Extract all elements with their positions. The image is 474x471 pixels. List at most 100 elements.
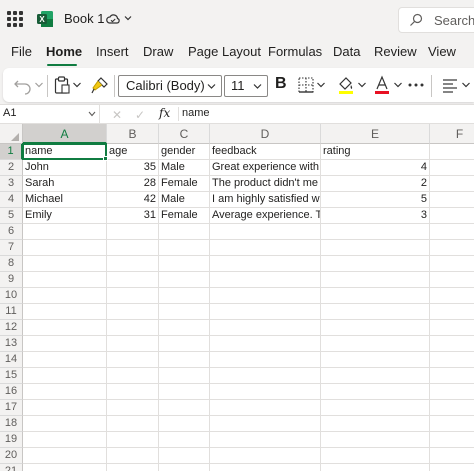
search-input[interactable]: Search ( xyxy=(398,7,474,33)
cell-a8[interactable] xyxy=(23,256,107,272)
cell-b4[interactable]: 42 xyxy=(107,192,159,208)
chevron-down-icon[interactable] xyxy=(316,75,326,95)
column-header-b[interactable]: B xyxy=(107,124,159,144)
chevron-down-icon[interactable] xyxy=(34,75,44,95)
cell-c12[interactable] xyxy=(159,320,210,336)
cell-f19[interactable] xyxy=(430,432,474,448)
cell-e18[interactable] xyxy=(321,416,430,432)
row-header-20[interactable]: 20 xyxy=(0,448,23,464)
row-header-7[interactable]: 7 xyxy=(0,240,23,256)
format-painter-icon[interactable] xyxy=(90,75,110,95)
cell-f1[interactable] xyxy=(430,144,474,160)
cell-b11[interactable] xyxy=(107,304,159,320)
cell-d2[interactable]: Great experience with xyxy=(210,160,321,176)
cell-b13[interactable] xyxy=(107,336,159,352)
cell-a15[interactable] xyxy=(23,368,107,384)
tab-data[interactable]: Data xyxy=(333,44,360,59)
cell-e1[interactable]: rating xyxy=(321,144,430,160)
cell-c13[interactable] xyxy=(159,336,210,352)
cell-f13[interactable] xyxy=(430,336,474,352)
workbook-title[interactable]: Book 1 xyxy=(64,11,104,26)
cell-a18[interactable] xyxy=(23,416,107,432)
cell-f11[interactable] xyxy=(430,304,474,320)
tab-file[interactable]: File xyxy=(11,44,32,59)
cell-f21[interactable] xyxy=(430,464,474,471)
row-header-21[interactable]: 21 xyxy=(0,464,23,471)
cell-c3[interactable]: Female xyxy=(159,176,210,192)
align-icon[interactable] xyxy=(441,75,459,95)
cell-c4[interactable]: Male xyxy=(159,192,210,208)
cell-b1[interactable]: age xyxy=(107,144,159,160)
tab-draw[interactable]: Draw xyxy=(143,44,173,59)
cell-a21[interactable] xyxy=(23,464,107,471)
clipboard-icon[interactable] xyxy=(53,75,71,95)
cell-b6[interactable] xyxy=(107,224,159,240)
row-header-11[interactable]: 11 xyxy=(0,304,23,320)
cell-e16[interactable] xyxy=(321,384,430,400)
cell-c14[interactable] xyxy=(159,352,210,368)
cell-a20[interactable] xyxy=(23,448,107,464)
cell-b14[interactable] xyxy=(107,352,159,368)
cell-c15[interactable] xyxy=(159,368,210,384)
cell-c2[interactable]: Male xyxy=(159,160,210,176)
cell-b10[interactable] xyxy=(107,288,159,304)
enter-formula-button[interactable]: ✓ xyxy=(135,108,145,122)
cell-a1[interactable]: name xyxy=(23,144,107,160)
cell-e2[interactable]: 4 xyxy=(321,160,430,176)
cell-a17[interactable] xyxy=(23,400,107,416)
cell-b18[interactable] xyxy=(107,416,159,432)
cell-d21[interactable] xyxy=(210,464,321,471)
row-header-19[interactable]: 19 xyxy=(0,432,23,448)
cell-f10[interactable] xyxy=(430,288,474,304)
cell-f15[interactable] xyxy=(430,368,474,384)
cell-e21[interactable] xyxy=(321,464,430,471)
chevron-down-icon[interactable] xyxy=(72,75,82,95)
cell-f4[interactable] xyxy=(430,192,474,208)
cell-c8[interactable] xyxy=(159,256,210,272)
autosave-cloud-icon[interactable] xyxy=(106,12,120,26)
cell-a16[interactable] xyxy=(23,384,107,400)
cell-b3[interactable]: 28 xyxy=(107,176,159,192)
row-header-4[interactable]: 4 xyxy=(0,192,23,208)
cell-e5[interactable]: 3 xyxy=(321,208,430,224)
cell-f2[interactable] xyxy=(430,160,474,176)
cell-c21[interactable] xyxy=(159,464,210,471)
cell-b7[interactable] xyxy=(107,240,159,256)
cell-d11[interactable] xyxy=(210,304,321,320)
cell-a19[interactable] xyxy=(23,432,107,448)
cell-a2[interactable]: John xyxy=(23,160,107,176)
cell-f17[interactable] xyxy=(430,400,474,416)
column-header-d[interactable]: D xyxy=(210,124,321,144)
cell-b2[interactable]: 35 xyxy=(107,160,159,176)
font-name-select[interactable]: Calibri (Body) xyxy=(118,75,222,97)
cell-b8[interactable] xyxy=(107,256,159,272)
column-header-f[interactable]: F xyxy=(430,124,474,144)
cell-c16[interactable] xyxy=(159,384,210,400)
column-header-c[interactable]: C xyxy=(159,124,210,144)
tab-home[interactable]: Home xyxy=(46,44,82,59)
cell-c17[interactable] xyxy=(159,400,210,416)
cell-c18[interactable] xyxy=(159,416,210,432)
row-header-1[interactable]: 1 xyxy=(0,144,23,160)
cell-e13[interactable] xyxy=(321,336,430,352)
row-header-15[interactable]: 15 xyxy=(0,368,23,384)
cell-a5[interactable]: Emily xyxy=(23,208,107,224)
cell-d13[interactable] xyxy=(210,336,321,352)
row-header-16[interactable]: 16 xyxy=(0,384,23,400)
cell-f6[interactable] xyxy=(430,224,474,240)
cell-b19[interactable] xyxy=(107,432,159,448)
row-header-3[interactable]: 3 xyxy=(0,176,23,192)
cell-a12[interactable] xyxy=(23,320,107,336)
undo-icon[interactable] xyxy=(13,75,33,95)
row-header-6[interactable]: 6 xyxy=(0,224,23,240)
cell-b20[interactable] xyxy=(107,448,159,464)
cell-d17[interactable] xyxy=(210,400,321,416)
cell-c10[interactable] xyxy=(159,288,210,304)
cell-e14[interactable] xyxy=(321,352,430,368)
row-header-12[interactable]: 12 xyxy=(0,320,23,336)
tab-formulas[interactable]: Formulas xyxy=(268,44,322,59)
cell-c11[interactable] xyxy=(159,304,210,320)
cell-d12[interactable] xyxy=(210,320,321,336)
cell-f3[interactable] xyxy=(430,176,474,192)
tab-view[interactable]: View xyxy=(428,44,456,59)
